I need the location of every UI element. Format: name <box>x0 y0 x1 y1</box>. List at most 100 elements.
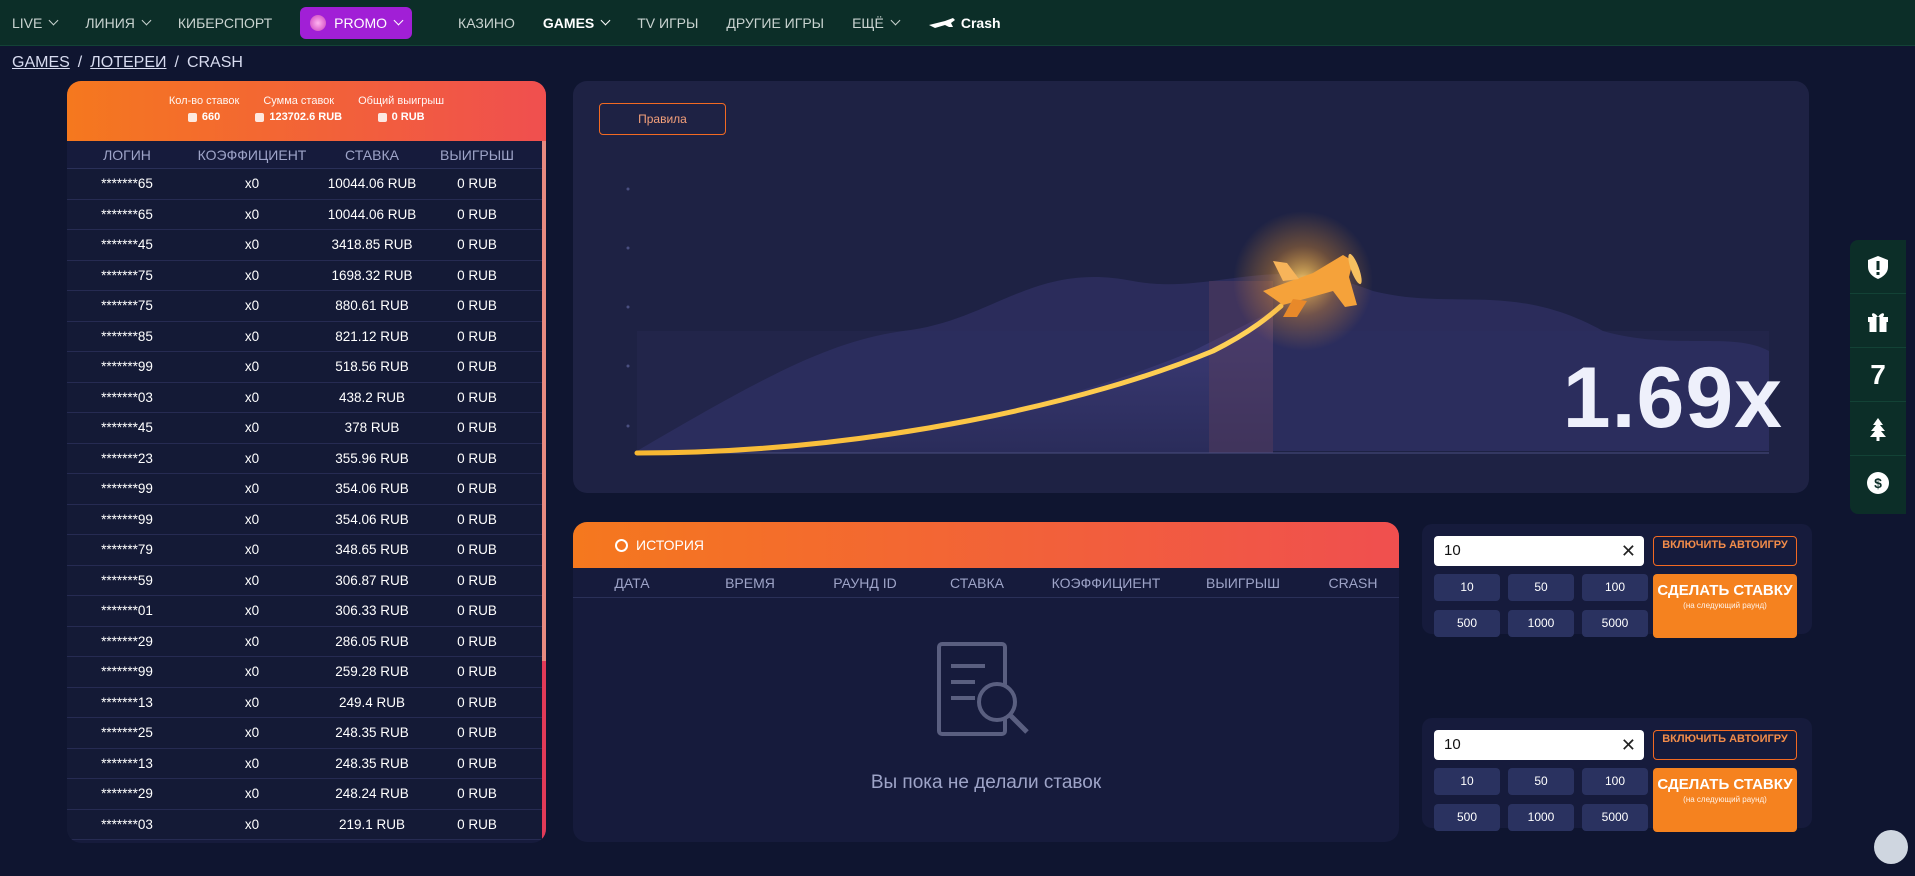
gift-icon <box>1868 312 1888 332</box>
stat-label: Общий выигрыш <box>358 95 445 107</box>
table-row: *******13 x0 248.35 RUB 0 RUB <box>67 748 546 779</box>
quick-bet-chip[interactable]: 1000 <box>1508 610 1574 637</box>
nav-item-1[interactable]: ЛИНИЯ <box>85 15 152 31</box>
bets-scrollbar[interactable] <box>542 141 546 841</box>
cell-win: 0 RUB <box>457 328 497 344</box>
nav-item-label: ЕЩЁ <box>852 14 884 31</box>
cell-win: 0 RUB <box>457 633 497 649</box>
quick-bet-chip[interactable]: 100 <box>1582 574 1648 601</box>
stat-label: Кол-во ставок <box>168 95 240 107</box>
table-row: *******13 x0 249.4 RUB 0 RUB <box>67 687 546 718</box>
nav-item-2[interactable]: КИБЕРСПОРТ <box>178 15 272 31</box>
nav-item-label: КИБЕРСПОРТ <box>177 14 273 31</box>
cell-win: 0 RUB <box>457 237 497 253</box>
cell-bet: 286.05 RUB <box>335 633 409 649</box>
nav-item-2[interactable]: TV ИГРЫ <box>637 15 698 31</box>
info-shield-icon <box>1868 255 1888 279</box>
cell-login: *******59 <box>101 572 153 588</box>
column-header-win: ВЫИГРЫШ <box>1206 574 1280 591</box>
breadcrumb-separator: / <box>77 54 83 71</box>
sidebar-item-dollar[interactable]: $ <box>1850 456 1906 510</box>
cell-win: 0 RUB <box>457 420 497 436</box>
quick-bet-chip[interactable]: 50 <box>1508 768 1574 795</box>
cell-coefficient: x0 <box>244 298 260 314</box>
nav-item-label: ДРУГИЕ ИГРЫ <box>726 14 825 31</box>
autoplay-button[interactable]: ВКЛЮЧИТЬ АВТОИГРУ <box>1653 536 1797 566</box>
nav-item-4[interactable]: ЕЩЁ <box>852 14 901 31</box>
nav-crash-label: Crash <box>960 14 1001 31</box>
quick-bet-chip[interactable]: 5000 <box>1582 804 1648 831</box>
quick-bet-chip[interactable]: 500 <box>1434 804 1500 831</box>
nav-item-3[interactable]: ДРУГИЕ ИГРЫ <box>726 15 824 31</box>
quick-bet-chip[interactable]: 50 <box>1508 574 1574 601</box>
nav-group-right: КАЗИНО GAMES TV ИГРЫ ДРУГИЕ ИГРЫ ЕЩЁ <box>458 15 927 31</box>
cell-coefficient: x0 <box>244 633 260 649</box>
svg-text:$: $ <box>1874 475 1882 491</box>
bet-amount-value: 10 <box>1444 542 1461 559</box>
cell-win: 0 RUB <box>457 755 497 771</box>
column-header-login: ЛОГИН <box>103 146 151 163</box>
table-row: *******59 x0 306.87 RUB 0 RUB <box>67 565 546 596</box>
cell-coefficient: x0 <box>244 511 260 527</box>
table-row: *******03 x0 438.2 RUB 0 RUB <box>67 382 546 413</box>
bet-amount-input[interactable]: 10 ✕ <box>1434 536 1644 566</box>
quick-bet-chip[interactable]: 10 <box>1434 574 1500 601</box>
cell-win: 0 RUB <box>457 359 497 375</box>
nav-item-0[interactable]: КАЗИНО <box>458 15 515 31</box>
cell-coefficient: x0 <box>244 664 260 680</box>
breadcrumb-lotteries[interactable]: ЛОТЕРЕИ <box>90 54 166 72</box>
bets-table-header: ЛОГИН КОЭФФИЦИЕНТ СТАВКА ВЫИГРЫШ <box>67 141 546 169</box>
cell-bet: 248.35 RUB <box>335 725 409 741</box>
bet-amount-input[interactable]: 10 ✕ <box>1434 730 1644 760</box>
make-bet-button[interactable]: СДЕЛАТЬ СТАВКУ (на следующий раунд) <box>1653 768 1797 832</box>
cell-login: *******79 <box>101 542 153 558</box>
quick-bet-chip[interactable]: 100 <box>1582 768 1648 795</box>
quick-bet-chip[interactable]: 5000 <box>1582 610 1648 637</box>
sidebar-item-info[interactable] <box>1850 240 1906 294</box>
cell-login: *******45 <box>101 420 153 436</box>
history-header: ИСТОРИЯ <box>573 522 1399 568</box>
nav-item-1[interactable]: GAMES <box>542 14 611 31</box>
nav-item-0[interactable]: LIVE <box>12 15 59 31</box>
column-header-round-id: РАУНД ID <box>833 574 897 591</box>
breadcrumb-games[interactable]: GAMES <box>12 54 70 72</box>
clear-icon[interactable]: ✕ <box>1621 536 1636 566</box>
cell-win: 0 RUB <box>457 389 497 405</box>
seven-icon: 7 <box>1870 358 1886 390</box>
make-bet-button[interactable]: СДЕЛАТЬ СТАВКУ (на следующий раунд) <box>1653 574 1797 638</box>
cell-win: 0 RUB <box>457 450 497 466</box>
clear-icon[interactable]: ✕ <box>1621 730 1636 760</box>
column-header-time: ВРЕМЯ <box>725 574 775 591</box>
quick-bet-chip[interactable]: 1000 <box>1508 804 1574 831</box>
cell-coefficient: x0 <box>244 328 260 344</box>
autoplay-button[interactable]: ВКЛЮЧИТЬ АВТОИГРУ <box>1653 730 1797 760</box>
table-row: *******75 x0 880.61 RUB 0 RUB <box>67 291 546 322</box>
cell-bet: 10044.06 RUB <box>327 206 417 222</box>
cell-coefficient: x0 <box>244 816 260 832</box>
stat-bet-sum: Сумма ставок 123702.6 RUB <box>255 95 342 141</box>
table-row: *******29 x0 248.24 RUB 0 RUB <box>67 779 546 810</box>
game-panel: Правила 1.69x <box>573 81 1809 493</box>
sidebar-item-seven[interactable]: 7 <box>1850 348 1906 402</box>
top-navigation: LIVE ЛИНИЯ КИБЕРСПОРТ PROMO КАЗИНО GAMES TV … <box>0 0 1915 46</box>
stat-value: 660 <box>201 111 221 123</box>
cell-coefficient: x0 <box>244 786 260 802</box>
chat-support-icon[interactable] <box>1874 830 1908 864</box>
rules-button[interactable]: Правила <box>599 103 726 135</box>
quick-bet-chip[interactable]: 10 <box>1434 768 1500 795</box>
sidebar-item-tree[interactable] <box>1850 402 1906 456</box>
nav-item-promo[interactable]: PROMO <box>300 6 413 39</box>
cell-coefficient: x0 <box>244 450 260 466</box>
sidebar-item-gift[interactable] <box>1850 294 1906 348</box>
bets-stats-header: Кол-во ставок 660 Сумма ставок 123702.6 … <box>67 81 546 141</box>
chevron-down-icon <box>141 15 152 26</box>
table-row: *******29 x0 286.05 RUB 0 RUB <box>67 626 546 657</box>
nav-item-crash[interactable]: Crash <box>927 15 1001 31</box>
cell-win: 0 RUB <box>457 572 497 588</box>
quick-bet-chip[interactable]: 500 <box>1434 610 1500 637</box>
table-row: *******99 x0 354.06 RUB 0 RUB <box>67 474 546 505</box>
dollar-icon: $ <box>1867 472 1889 494</box>
cell-login: *******03 <box>101 816 153 832</box>
nav-item-label: GAMES <box>542 14 595 31</box>
cell-login: *******99 <box>101 664 153 680</box>
